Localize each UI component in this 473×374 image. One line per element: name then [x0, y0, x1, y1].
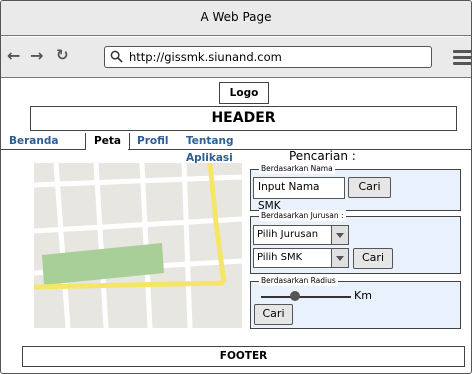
tab-beranda[interactable]: Beranda: [1, 133, 66, 150]
search-title: Pencarian :: [289, 149, 356, 163]
search-major-button[interactable]: Cari: [353, 248, 393, 269]
tab-underline: [1, 149, 86, 151]
forward-arrow-icon[interactable]: →: [30, 46, 43, 65]
browser-window: A Web Page ← → ↻ http://gissmk.siunand.c…: [0, 0, 472, 374]
url-bar[interactable]: http://gissmk.siunand.com: [104, 46, 432, 68]
chevron-down-icon: [331, 249, 348, 267]
smk-select[interactable]: Pilih SMK: [253, 248, 349, 268]
radius-slider-handle[interactable]: [290, 291, 300, 301]
search-radius-button[interactable]: Cari: [254, 304, 293, 325]
logo: Logo: [219, 82, 269, 104]
search-by-radius-legend: Berdasarkan Radius: [259, 275, 338, 286]
search-by-name-legend: Berdasarkan Nama: [259, 163, 335, 174]
map-view[interactable]: [34, 163, 242, 328]
major-select-value: Pilih Jurusan: [257, 229, 319, 240]
smk-select-value: Pilih SMK: [257, 252, 303, 263]
radius-slider-track[interactable]: [261, 296, 351, 298]
title-bar: A Web Page: [1, 1, 471, 36]
search-by-major-legend: Berdasarkan Jurusan :: [259, 210, 346, 221]
back-arrow-icon[interactable]: ←: [7, 46, 20, 65]
browser-toolbar: ← → ↻ http://gissmk.siunand.com: [1, 37, 471, 78]
tab-profil[interactable]: Profil: [129, 133, 176, 150]
tab-tentang-aplikasi[interactable]: Tentang Aplikasi: [178, 133, 241, 164]
hamburger-menu-icon[interactable]: [453, 50, 471, 66]
reload-icon[interactable]: ↻: [56, 46, 69, 64]
url-text: http://gissmk.siunand.com: [129, 50, 282, 64]
search-icon: [110, 50, 123, 63]
chevron-down-icon: [331, 226, 348, 244]
tab-peta[interactable]: Peta: [85, 133, 130, 150]
school-name-input[interactable]: Input Nama SMK: [253, 177, 345, 212]
page-header: HEADER: [30, 106, 457, 131]
search-name-button[interactable]: Cari: [348, 177, 391, 198]
page-footer: FOOTER: [22, 346, 465, 367]
radius-unit: Km: [354, 289, 372, 302]
window-title: A Web Page: [200, 10, 272, 24]
major-select[interactable]: Pilih Jurusan: [253, 225, 349, 245]
